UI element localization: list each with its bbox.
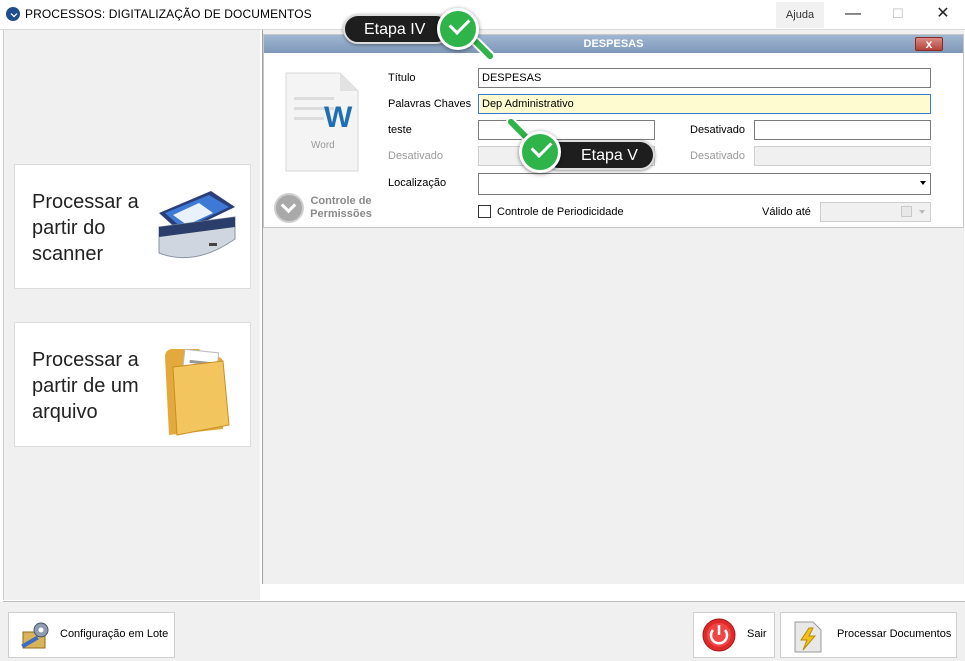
dropdown-arrow-icon xyxy=(919,210,925,214)
periodicidade-label: Controle de Periodicidade xyxy=(497,206,624,218)
dropdown-arrow-icon xyxy=(920,181,926,185)
title-bar: PROCESSOS: DIGITALIZAÇÃO DE DOCUMENTOS A… xyxy=(0,0,965,30)
desativado-label-2: Desativado xyxy=(388,150,444,162)
desativado-label-3: Desativado xyxy=(690,150,746,162)
desativado-label-1: Desativado xyxy=(690,124,746,136)
maximize-button[interactable]: ☐ xyxy=(875,0,921,29)
etapa-iv-callout: Etapa IV xyxy=(343,14,451,44)
window-title: PROCESSOS: DIGITALIZAÇÃO DE DOCUMENTOS xyxy=(25,7,312,21)
scanner-icon xyxy=(158,191,236,259)
power-icon xyxy=(702,618,736,652)
document-close-button[interactable]: x xyxy=(915,37,943,51)
process-documents-button[interactable]: Processar Documentos xyxy=(780,612,957,658)
folder-icon xyxy=(165,348,230,436)
desativado-input-1[interactable] xyxy=(754,120,931,140)
localizacao-select[interactable] xyxy=(478,173,931,195)
batch-config-label: Configuração em Lote xyxy=(60,628,169,640)
etapa-iv-label: Etapa IV xyxy=(364,21,426,38)
valido-ate-label: Válido até xyxy=(762,206,811,218)
file-button-label: Processar a partir de um arquivo xyxy=(32,349,139,423)
etapa-iv-check-icon xyxy=(437,8,479,50)
scanner-button-label: Processar a partir do scanner xyxy=(32,191,139,265)
etapa-v-label: Etapa V xyxy=(581,147,638,164)
word-caption: Word xyxy=(311,140,335,151)
periodicidade-checkbox[interactable] xyxy=(478,205,491,218)
app-icon xyxy=(6,7,20,21)
left-panel: Processar a partir do scanner Processar … xyxy=(3,30,260,600)
desativado-input-3 xyxy=(754,146,931,166)
palavras-chaves-label: Palavras Chaves xyxy=(388,98,472,110)
teste-label: teste xyxy=(388,124,412,136)
word-letter: W xyxy=(324,101,353,134)
chevron-down-icon[interactable] xyxy=(274,193,304,223)
batch-config-button[interactable]: Configuração em Lote xyxy=(8,612,175,658)
valido-ate-date-input xyxy=(820,202,931,222)
titulo-label: Título xyxy=(388,72,416,84)
teste-input[interactable] xyxy=(478,120,655,140)
permissions-control-label[interactable]: Controle de Permissões xyxy=(306,195,376,221)
palavras-chaves-input[interactable]: Dep Administrativo xyxy=(478,94,931,114)
document-card: DESPESAS x W Word Controle de Permissões… xyxy=(263,34,964,228)
document-lightning-icon xyxy=(794,621,822,653)
calendar-icon xyxy=(901,206,912,217)
titulo-input[interactable]: DESPESAS xyxy=(478,68,931,88)
process-from-file-button[interactable]: Processar a partir de um arquivo xyxy=(14,322,251,447)
exit-button[interactable]: Sair xyxy=(693,612,775,658)
gear-tools-icon xyxy=(21,622,49,649)
exit-label: Sair xyxy=(747,628,767,640)
help-button[interactable]: Ajuda xyxy=(776,2,824,28)
footer-bar: Configuração em Lote Sair Processar Docu… xyxy=(0,602,965,661)
scan-from-scanner-button[interactable]: Processar a partir do scanner xyxy=(14,164,251,289)
etapa-v-check-icon xyxy=(519,131,561,173)
localizacao-label: Localização xyxy=(388,177,447,189)
process-documents-label: Processar Documentos xyxy=(837,628,952,640)
close-window-button[interactable]: ✕ xyxy=(920,0,965,29)
minimize-button[interactable]: — xyxy=(830,0,876,29)
